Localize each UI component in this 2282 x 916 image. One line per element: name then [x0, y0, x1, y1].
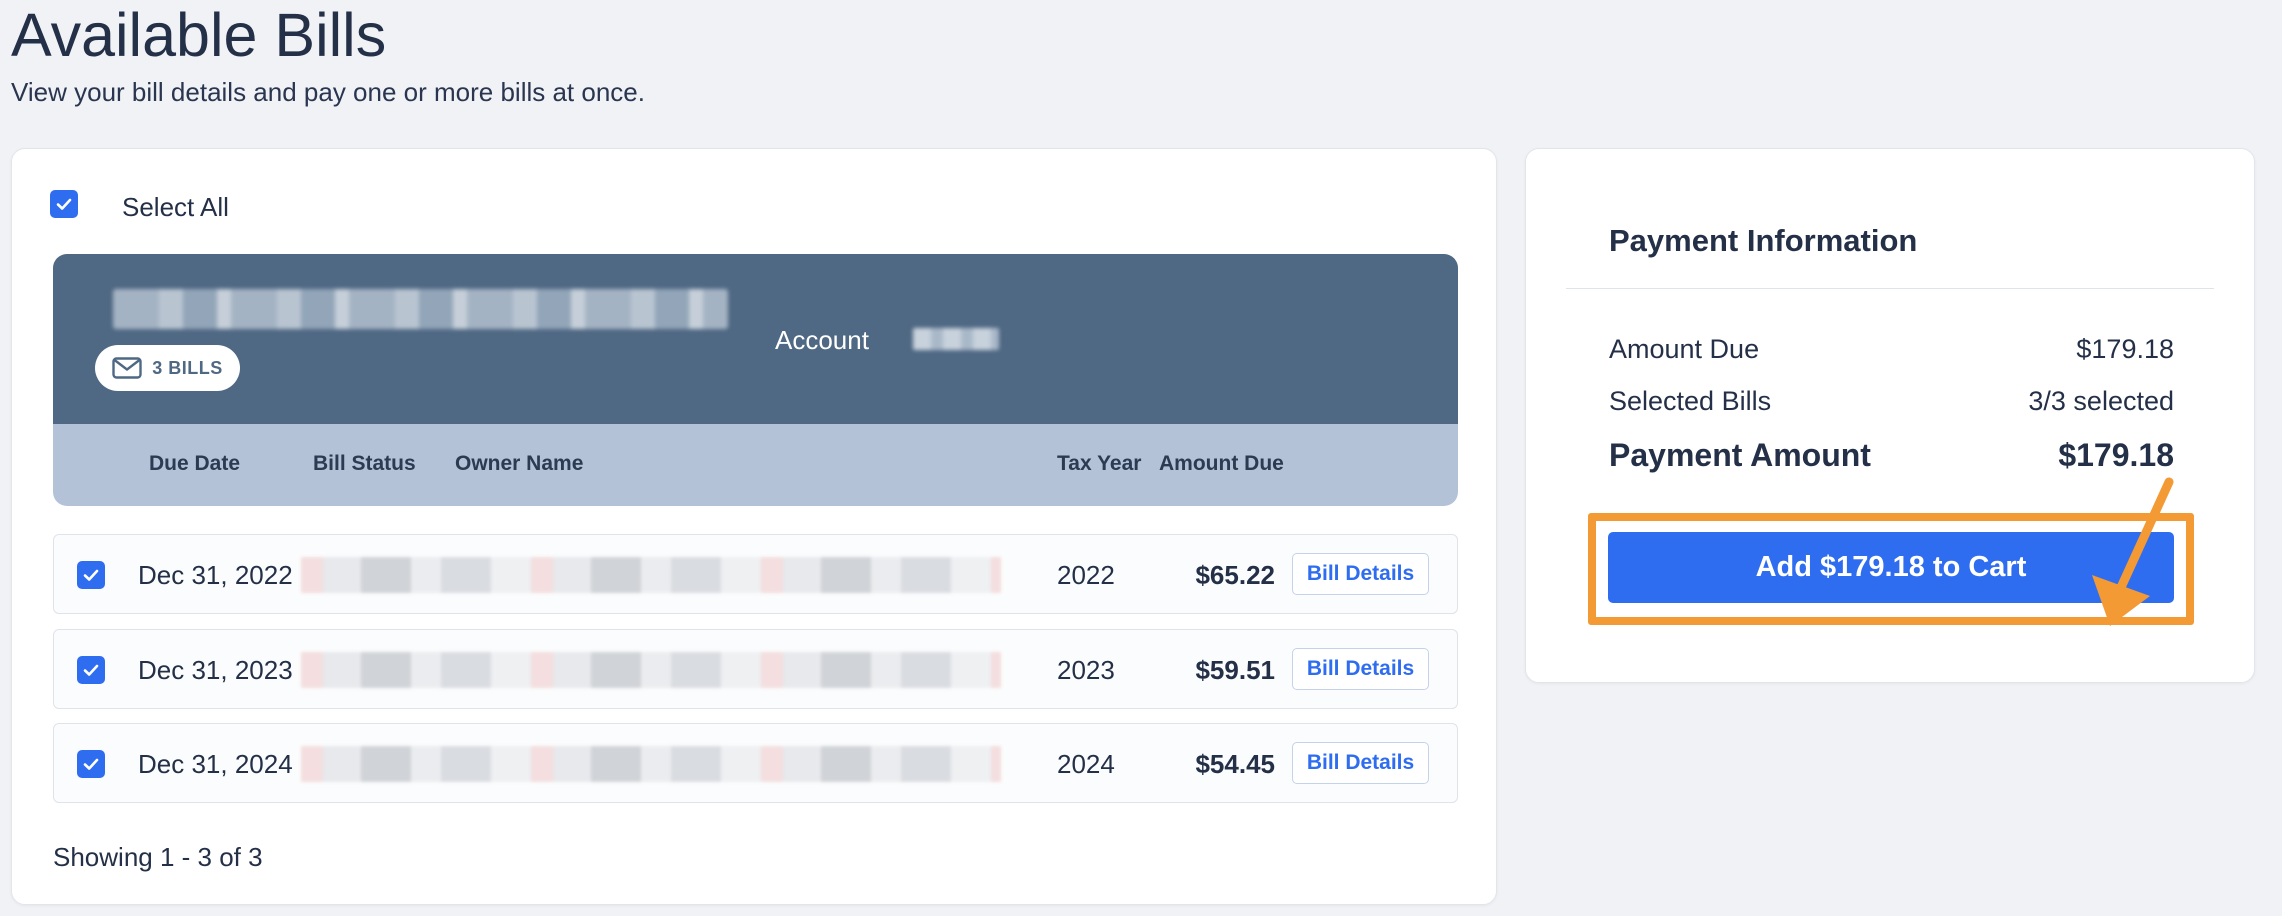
- row-due-date: Dec 31, 2022: [138, 560, 293, 590]
- bills-count-badge: 3 BILLS: [95, 345, 240, 391]
- column-due-date: Due Date: [149, 452, 241, 475]
- payment-title: Payment Information: [1609, 223, 1918, 258]
- bill-details-button[interactable]: Bill Details: [1292, 553, 1429, 595]
- amount-due-row: Amount Due $179.18: [1609, 332, 2174, 366]
- annotation-arrow-icon: [2092, 477, 2174, 626]
- row-amount-due: $65.22: [1195, 560, 1275, 590]
- bill-details-button[interactable]: Bill Details: [1292, 648, 1429, 690]
- redacted-account-number: [913, 328, 999, 350]
- row-tax-year: 2023: [1057, 655, 1115, 685]
- check-icon: [83, 758, 99, 770]
- bill-details-button[interactable]: Bill Details: [1292, 742, 1429, 784]
- row-due-date: Dec 31, 2024: [138, 749, 293, 779]
- redacted-owner-name: [301, 652, 1001, 688]
- row-due-date: Dec 31, 2023: [138, 655, 293, 685]
- payment-amount-label: Payment Amount: [1609, 437, 1871, 473]
- table-row: Dec 31, 2023 2023 $59.51 Bill Details: [53, 629, 1458, 709]
- payment-amount-value: $179.18: [2058, 437, 2174, 473]
- table-row: Dec 31, 2022 2022 $65.22 Bill Details: [53, 534, 1458, 614]
- redacted-owner-address: [113, 289, 728, 329]
- redacted-owner-name: [301, 746, 1001, 782]
- select-all-checkbox[interactable]: [50, 190, 78, 218]
- divider: [1566, 288, 2214, 289]
- row-checkbox[interactable]: [77, 656, 105, 684]
- row-checkbox[interactable]: [77, 750, 105, 778]
- payment-panel: Payment Information Amount Due $179.18 S…: [1525, 148, 2255, 683]
- row-amount-due: $54.45: [1195, 749, 1275, 779]
- redacted-owner-name: [301, 557, 1001, 593]
- column-owner-name: Owner Name: [455, 452, 584, 475]
- payment-amount-row: Payment Amount $179.18: [1609, 435, 2174, 475]
- bills-count-text: 3 BILLS: [152, 357, 223, 378]
- page-title: Available Bills: [11, 1, 387, 69]
- selected-bills-value: 3/3 selected: [2028, 386, 2174, 416]
- table-column-header: Due Date Bill Status Owner Name Tax Year…: [53, 424, 1458, 506]
- row-amount-due: $59.51: [1195, 655, 1275, 685]
- row-tax-year: 2022: [1057, 560, 1115, 590]
- account-header: 3 BILLS Account: [53, 254, 1458, 424]
- check-icon: [83, 664, 99, 676]
- column-bill-status: Bill Status: [313, 452, 416, 475]
- selected-bills-row: Selected Bills 3/3 selected: [1609, 384, 2174, 418]
- column-tax-year: Tax Year: [1057, 452, 1142, 475]
- pagination-summary: Showing 1 - 3 of 3: [53, 842, 263, 872]
- check-icon: [83, 569, 99, 581]
- row-tax-year: 2024: [1057, 749, 1115, 779]
- account-label: Account: [775, 325, 869, 355]
- bills-panel: Select All 3 BILLS Account Due Date Bill…: [11, 148, 1497, 905]
- amount-due-value: $179.18: [2076, 334, 2174, 364]
- page-subtitle: View your bill details and pay one or mo…: [11, 77, 645, 107]
- check-icon: [56, 198, 72, 210]
- table-row: Dec 31, 2024 2024 $54.45 Bill Details: [53, 723, 1458, 803]
- envelope-icon: [112, 357, 142, 379]
- row-checkbox[interactable]: [77, 561, 105, 589]
- column-amount-due: Amount Due: [1159, 452, 1284, 475]
- amount-due-label: Amount Due: [1609, 334, 1760, 364]
- selected-bills-label: Selected Bills: [1609, 386, 1772, 416]
- select-all-label[interactable]: Select All: [122, 191, 229, 223]
